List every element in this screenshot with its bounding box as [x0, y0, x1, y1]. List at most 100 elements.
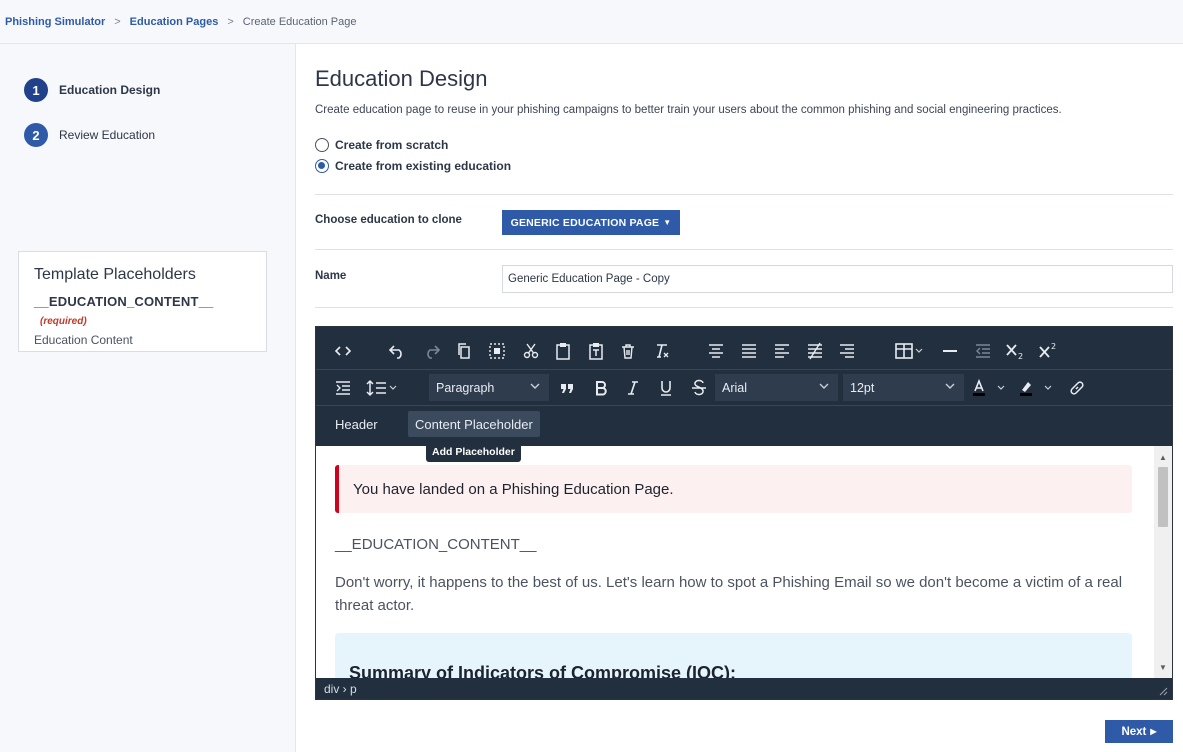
divider — [315, 194, 1173, 195]
step-number: 1 — [24, 78, 48, 102]
option-create-from-scratch[interactable]: Create from scratch — [315, 138, 448, 152]
trash-icon[interactable] — [615, 337, 641, 365]
editor-scrollbar[interactable]: ▲ ▼ — [1154, 446, 1172, 678]
source-code-icon[interactable] — [330, 337, 356, 365]
toolbar-row-3: Header Content Placeholder — [316, 405, 1172, 441]
divider — [315, 307, 1173, 308]
option-create-from-existing[interactable]: Create from existing education — [315, 159, 511, 173]
ioc-summary-box: Summary of Indicators of Compromise (IOC… — [335, 633, 1132, 678]
add-placeholder-tooltip: Add Placeholder — [426, 437, 521, 462]
radio-label: Create from existing education — [335, 159, 512, 173]
caret-down-icon: ▼ — [663, 218, 672, 227]
redo-icon[interactable] — [419, 337, 445, 365]
education-clone-dropdown[interactable]: GENERIC EDUCATION PAGE ▼ — [502, 210, 680, 235]
paste-icon[interactable] — [550, 337, 576, 365]
template-placeholders-card: Template Placeholders __EDUCATION_CONTEN… — [18, 251, 267, 352]
next-label: Next — [1121, 725, 1147, 738]
placeholder-code: __EDUCATION_CONTENT__ — [34, 294, 214, 309]
svg-text:2: 2 — [1051, 342, 1056, 351]
radio-button-checked[interactable] — [315, 159, 329, 173]
table-icon[interactable] — [891, 337, 927, 365]
svg-text:2: 2 — [1018, 352, 1023, 360]
line-height-icon[interactable] — [364, 374, 402, 402]
subscript-icon[interactable]: 2 — [1002, 337, 1028, 365]
clear-formatting-icon[interactable] — [649, 337, 675, 365]
chevron-down-icon — [818, 380, 830, 395]
step-label: Education Design — [59, 83, 161, 97]
clone-dropdown-value: GENERIC EDUCATION PAGE — [510, 216, 660, 229]
blockquote-icon[interactable] — [554, 374, 580, 402]
caret-right-icon: ▶ — [1150, 727, 1157, 736]
placeholder-description: Education Content — [34, 333, 133, 347]
align-justify-icon[interactable] — [736, 337, 762, 365]
link-icon[interactable] — [1064, 374, 1090, 402]
placeholders-title: Template Placeholders — [34, 266, 196, 283]
indent-icon[interactable] — [330, 374, 356, 402]
paste-text-icon[interactable] — [583, 337, 609, 365]
font-size-select[interactable]: 12pt — [843, 374, 964, 401]
content-paragraph: Don't worry, it happens to the best of u… — [335, 574, 1123, 614]
radio-label: Create from scratch — [335, 138, 449, 152]
alert-text: You have landed on a Phishing Education … — [353, 480, 674, 498]
block-format-value: Paragraph — [436, 380, 495, 395]
toolbar-row-2: Paragraph Arial 12pt — [316, 369, 1172, 405]
editor-statusbar: div › p — [316, 678, 1172, 699]
divider — [315, 249, 1173, 250]
step-review-education[interactable]: 2 Review Education — [24, 123, 155, 147]
editor-content[interactable]: You have landed on a Phishing Education … — [316, 446, 1154, 678]
select-all-icon[interactable] — [484, 337, 510, 365]
align-right-icon[interactable] — [834, 337, 860, 365]
text-color-icon[interactable] — [969, 374, 1011, 402]
rich-text-editor: 2 2 Paragraph Arial 12pt Header Content … — [315, 326, 1173, 700]
required-badge: (required) — [40, 316, 87, 327]
step-number: 2 — [24, 123, 48, 147]
italic-icon[interactable] — [620, 374, 646, 402]
bold-icon[interactable] — [588, 374, 614, 402]
breadcrumb: Phishing Simulator > Education Pages > C… — [0, 0, 1183, 44]
breadcrumb-phishing-simulator[interactable]: Phishing Simulator — [5, 16, 105, 28]
name-input[interactable] — [502, 265, 1173, 293]
scroll-thumb[interactable] — [1158, 467, 1168, 527]
outdent-icon[interactable] — [970, 337, 996, 365]
breadcrumb-current: Create Education Page — [242, 15, 357, 28]
breadcrumb-separator: > — [114, 15, 121, 28]
block-format-select[interactable]: Paragraph — [429, 374, 549, 401]
wizard-sidebar: 1 Education Design 2 Review Education Te… — [0, 44, 296, 752]
toolbar-row-1: 2 2 — [316, 333, 1172, 369]
scroll-down-icon[interactable]: ▼ — [1154, 659, 1172, 675]
chevron-down-icon — [944, 380, 956, 395]
chevron-down-icon — [529, 380, 541, 395]
next-button[interactable]: Next ▶ — [1105, 720, 1173, 743]
resize-handle-icon[interactable] — [1158, 686, 1168, 696]
align-none-icon[interactable] — [802, 337, 828, 365]
element-path[interactable]: div › p — [324, 682, 357, 696]
education-content-placeholder: __EDUCATION_CONTENT__ — [335, 536, 537, 553]
ioc-title: Summary of Indicators of Compromise (IOC… — [349, 663, 737, 678]
highlight-color-icon[interactable] — [1016, 374, 1058, 402]
page-title: Education Design — [315, 66, 488, 91]
horizontal-line-icon[interactable] — [937, 337, 963, 365]
underline-icon[interactable] — [653, 374, 679, 402]
page-description: Create education page to reuse in your p… — [315, 104, 1062, 116]
radio-button[interactable] — [315, 138, 329, 152]
font-size-value: 12pt — [850, 380, 875, 395]
menu-header[interactable]: Header — [335, 411, 378, 437]
strikethrough-icon[interactable] — [686, 374, 712, 402]
scroll-up-icon[interactable]: ▲ — [1154, 449, 1172, 465]
name-label: Name — [315, 270, 347, 282]
font-family-value: Arial — [722, 380, 748, 395]
align-center-icon[interactable] — [703, 337, 729, 365]
editor-toolbar: 2 2 Paragraph Arial 12pt Header Content … — [316, 327, 1172, 446]
superscript-icon[interactable]: 2 — [1035, 337, 1061, 365]
phishing-alert-box: You have landed on a Phishing Education … — [335, 465, 1132, 513]
step-label: Review Education — [59, 128, 156, 142]
clone-label: Choose education to clone — [315, 214, 462, 226]
align-left-icon[interactable] — [769, 337, 795, 365]
copy-icon[interactable] — [451, 337, 477, 365]
step-education-design[interactable]: 1 Education Design — [24, 78, 160, 102]
undo-icon[interactable] — [384, 337, 410, 365]
cut-icon[interactable] — [518, 337, 544, 365]
font-family-select[interactable]: Arial — [715, 374, 838, 401]
menu-content-placeholder[interactable]: Content Placeholder — [408, 411, 540, 437]
breadcrumb-education-pages[interactable]: Education Pages — [130, 16, 219, 28]
